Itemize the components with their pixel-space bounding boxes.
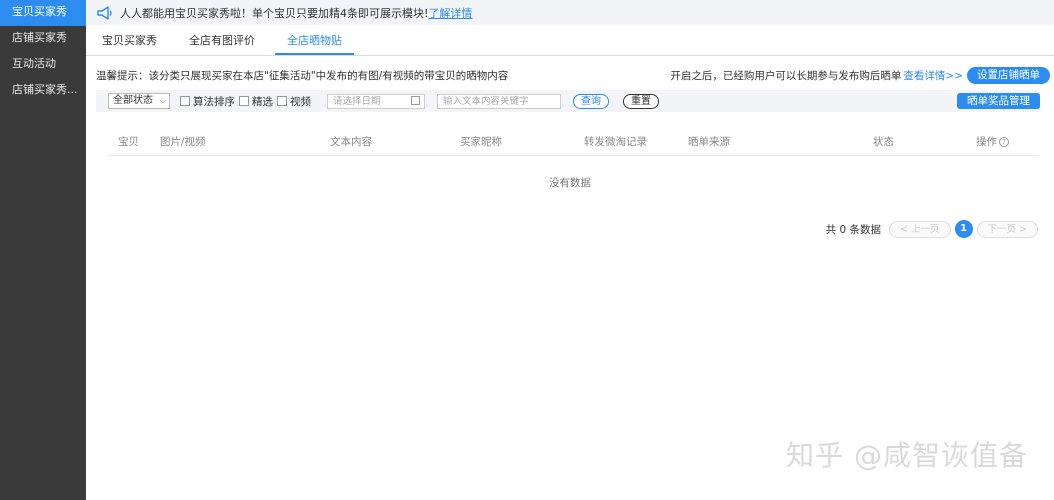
filter-bar: 全部状态 ⌵ 算法排序 精选 视频 请选择日期 输入文本内容关键字 查询 重置 …	[96, 90, 1040, 112]
checkbox-label: 算法排序	[193, 95, 235, 108]
checkbox-box[interactable]	[239, 96, 249, 106]
keyword-placeholder: 输入文本内容关键字	[443, 95, 529, 107]
date-placeholder: 请选择日期	[333, 95, 381, 107]
column-header-media: 图片/视频	[160, 136, 206, 148]
column-header-buyer-nickname: 买家昵称	[460, 136, 502, 148]
total-count: 共 0 条数据	[825, 223, 882, 236]
sidebar-item-store-buyer-show-more[interactable]: 店铺买家秀...	[0, 78, 86, 104]
query-button[interactable]: 查询	[573, 93, 609, 109]
column-header-actions-label: 操作	[976, 136, 997, 148]
sidebar-item-item-buyer-show[interactable]: 宝贝买家秀	[0, 0, 86, 26]
tab-store-photo-reviews[interactable]: 全店有图评价	[177, 28, 267, 55]
tip-text: 温馨提示：该分类只展现买家在本店"征集活动"中发布的有图/有视频的带宝贝的晒物内…	[96, 69, 509, 82]
checkbox-label: 精选	[252, 95, 273, 108]
chevron-down-icon: ⌵	[159, 96, 166, 105]
column-header-status: 状态	[873, 136, 894, 148]
column-header-showcase-source: 晒单来源	[688, 136, 730, 148]
enable-hint-text: 开启之后，已经购用户可以长期参与发布购后晒单	[670, 69, 902, 82]
status-select[interactable]: 全部状态 ⌵	[108, 93, 170, 109]
checkbox-box[interactable]	[180, 96, 190, 106]
prev-page-button[interactable]: < 上一页	[889, 220, 951, 238]
status-select-value: 全部状态	[113, 95, 153, 106]
column-header-repost-records: 转发微淘记录	[584, 136, 647, 148]
help-icon[interactable]: ?	[999, 137, 1009, 147]
date-input[interactable]: 请选择日期	[327, 93, 425, 109]
setup-store-showcase-button[interactable]: 设置店铺晒单	[967, 66, 1050, 84]
algorithm-sort-checkbox[interactable]: 算法排序	[180, 94, 235, 109]
tip-row: 温馨提示：该分类只展现买家在本店"征集活动"中发布的有图/有视频的带宝贝的晒物内…	[96, 66, 1050, 84]
checkbox-label: 视频	[290, 95, 311, 108]
calendar-icon[interactable]	[411, 95, 420, 105]
tab-store-showcase-posts[interactable]: 全店晒物贴	[275, 28, 354, 55]
column-header-text-content: 文本内容	[330, 136, 372, 148]
tab-item-buyer-show[interactable]: 宝贝买家秀	[90, 28, 169, 55]
featured-checkbox[interactable]: 精选	[239, 94, 273, 109]
notice-bar: 人人都能用宝贝买家秀啦！单个宝贝只要加精4条即可展示模块! 了解详情	[86, 0, 1054, 25]
sidebar: 宝贝买家秀 店铺买家秀 互动活动 店铺买家秀...	[0, 0, 86, 500]
pagination: 共 0 条数据 < 上一页 1 下一页 >	[826, 220, 1038, 238]
tab-bar: 宝贝买家秀 全店有图评价 全店晒物贴	[86, 28, 1054, 56]
reset-button[interactable]: 重置	[623, 93, 659, 109]
learn-more-link[interactable]: 了解详情	[428, 5, 472, 21]
main-content: 人人都能用宝贝买家秀啦！单个宝贝只要加精4条即可展示模块! 了解详情 宝贝买家秀…	[86, 0, 1054, 500]
notice-text: 人人都能用宝贝买家秀啦！单个宝贝只要加精4条即可展示模块!	[120, 6, 429, 20]
next-page-button[interactable]: 下一页 >	[976, 220, 1038, 238]
current-page-button[interactable]: 1	[954, 220, 973, 238]
empty-state-text: 没有数据	[549, 177, 591, 189]
column-header-actions: 操作?	[976, 134, 1009, 149]
column-header-item: 宝贝	[118, 136, 139, 148]
view-details-link[interactable]: 查看详情>>	[903, 68, 963, 83]
megaphone-icon	[96, 5, 114, 20]
video-checkbox[interactable]: 视频	[277, 94, 311, 109]
prize-management-button[interactable]: 晒单奖品管理	[957, 93, 1040, 109]
checkbox-box[interactable]	[277, 96, 287, 106]
tip-right: 开启之后，已经购用户可以长期参与发布购后晒单 查看详情>> 设置店铺晒单	[670, 66, 1050, 84]
keyword-search-input[interactable]: 输入文本内容关键字	[437, 93, 561, 109]
sidebar-item-store-buyer-show[interactable]: 店铺买家秀	[0, 26, 86, 52]
sidebar-item-interactive-activity[interactable]: 互动活动	[0, 52, 86, 78]
table-header: 宝贝 图片/视频 文本内容 买家昵称 转发微淘记录 晒单来源 状态 操作?	[108, 124, 1038, 156]
watermark: 知乎 @咸智诙值备	[786, 439, 1028, 472]
